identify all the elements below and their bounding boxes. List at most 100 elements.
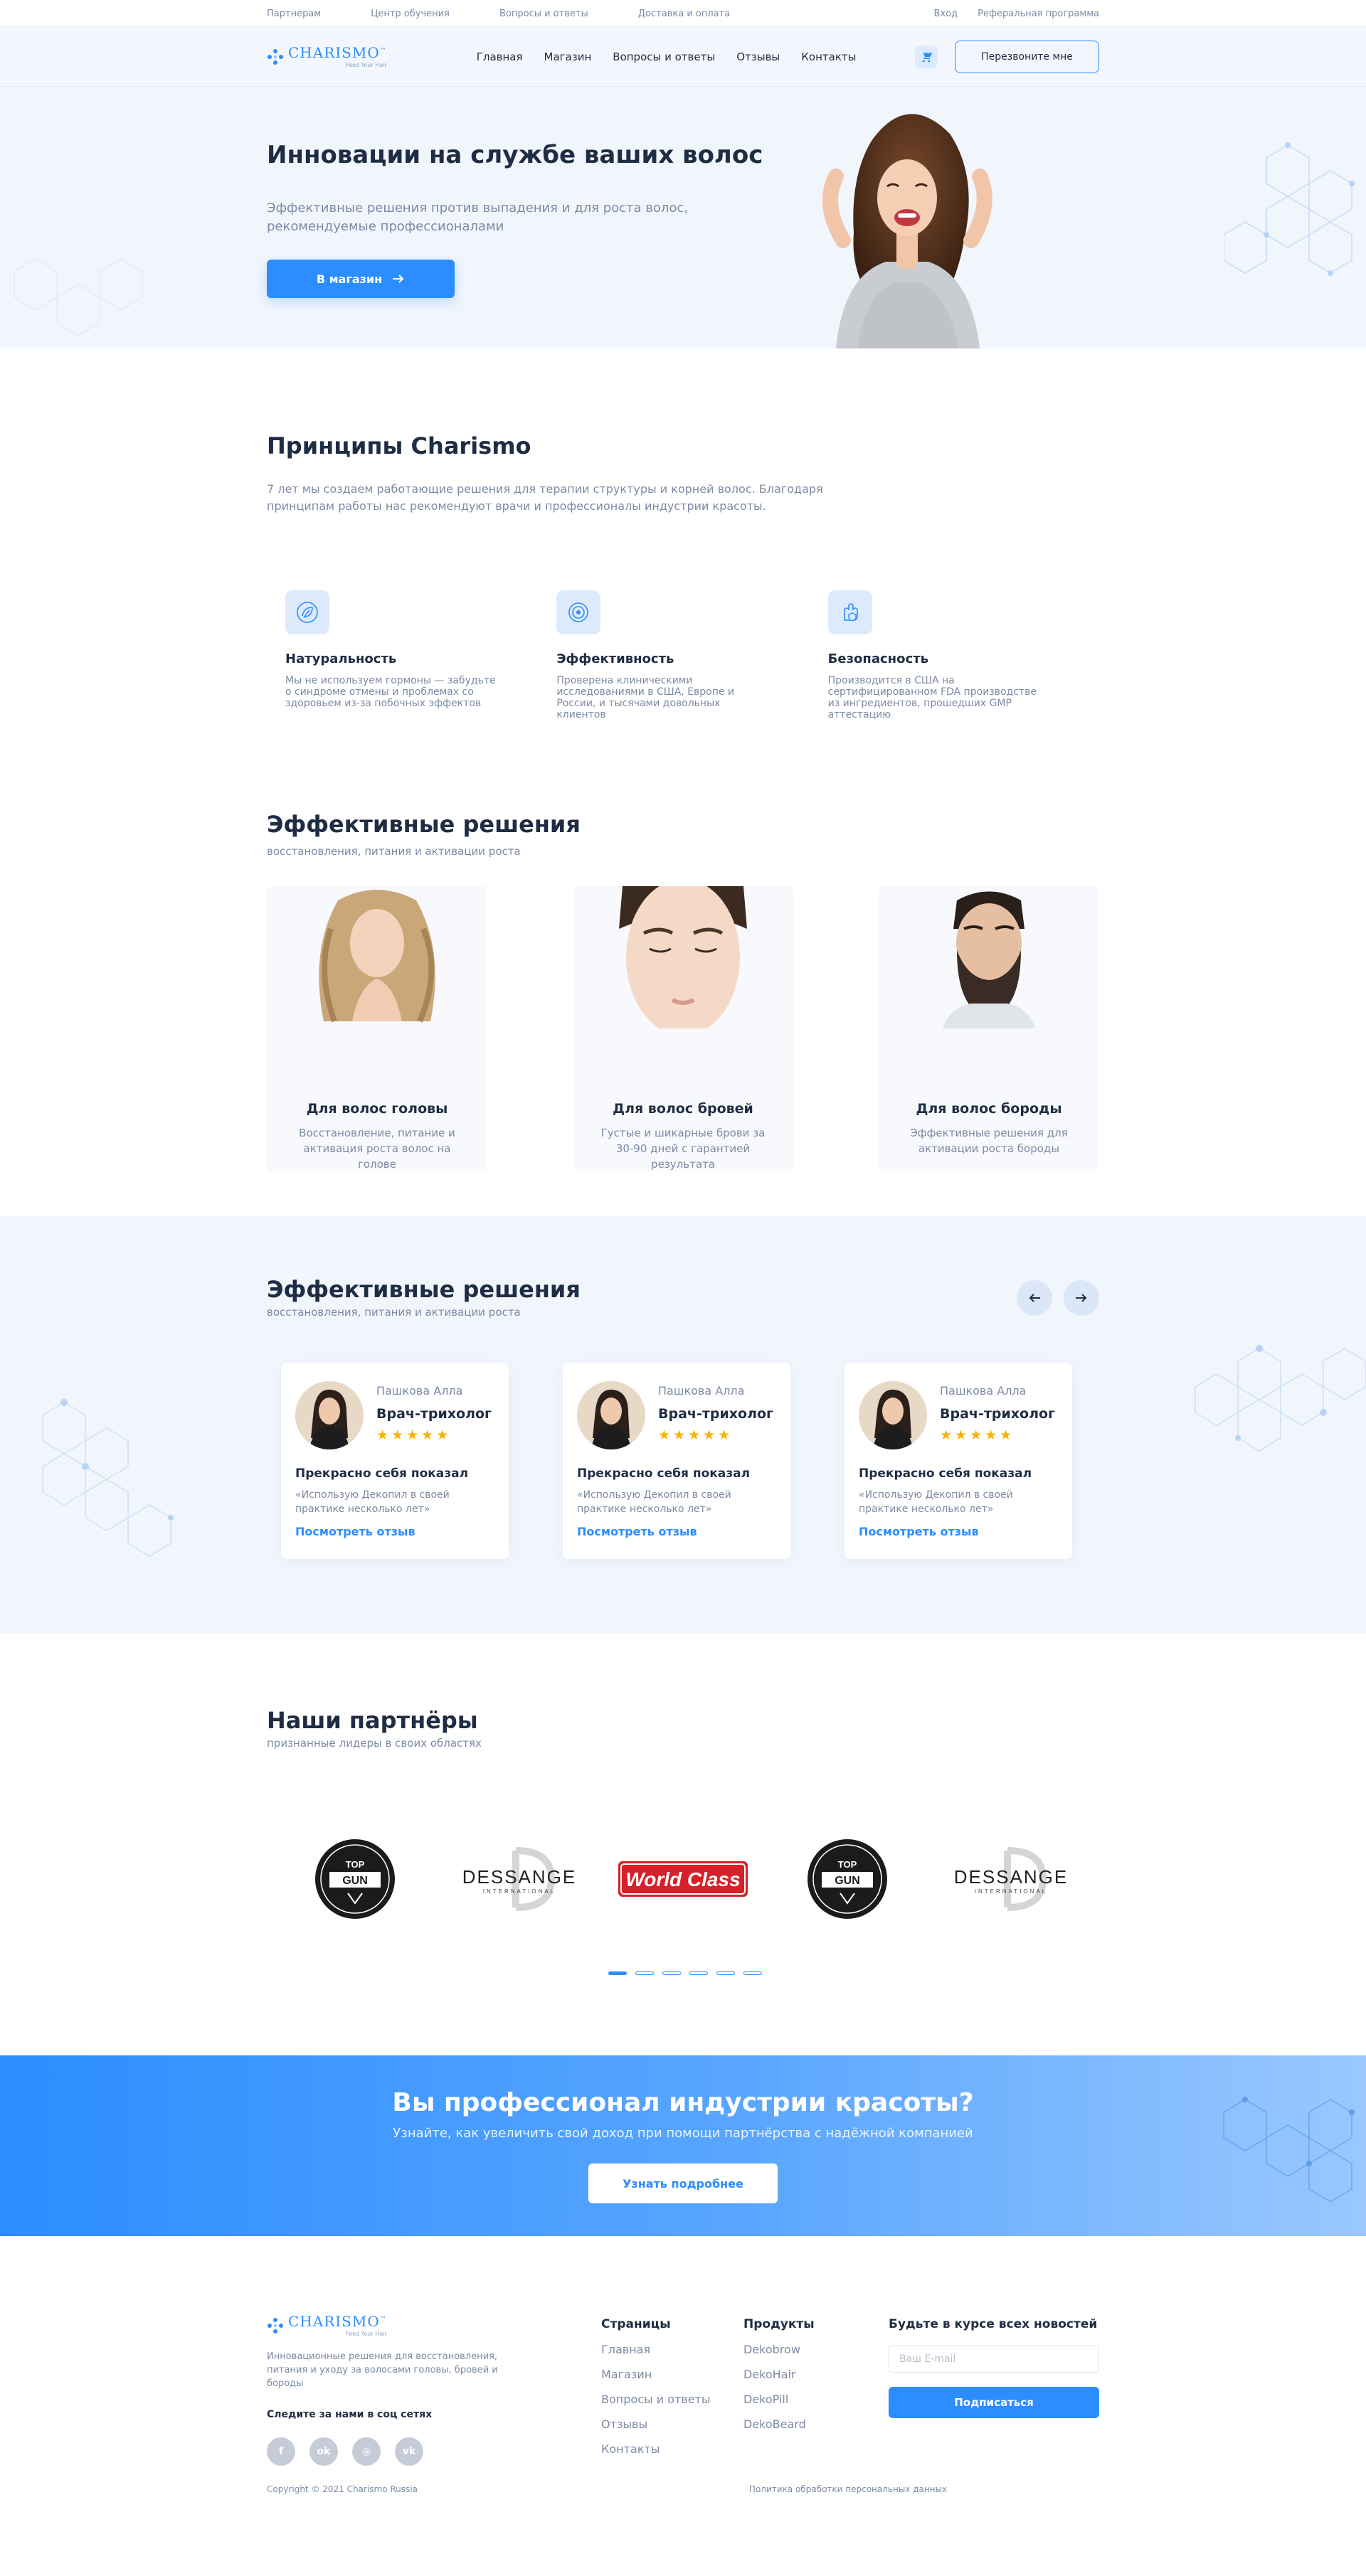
carousel-dot-6[interactable]: [743, 1971, 762, 1975]
svg-text:TOP: TOP: [346, 1859, 365, 1870]
leaf-icon: [285, 590, 329, 634]
solutions-section: Эффективные решения восстановления, пита…: [0, 775, 1366, 1216]
learn-more-button[interactable]: Узнать подробнее: [588, 2163, 778, 2203]
odnoklassniki-icon[interactable]: ok: [309, 2437, 338, 2466]
card-beard[interactable]: Для волос бороды Эффективные решения для…: [879, 886, 1099, 1171]
newsletter-title: Будьте в курсе всех новостей: [889, 2317, 1098, 2331]
reviews-title: Эффективные решения: [267, 1276, 581, 1303]
cart-button[interactable]: [915, 46, 938, 68]
partner-logo-topgun[interactable]: TOP GUN: [776, 1829, 918, 1929]
svg-text:GUN: GUN: [342, 1875, 368, 1887]
carousel-dot-3[interactable]: [662, 1971, 681, 1975]
top-link-training[interactable]: Центр обучения: [371, 9, 450, 19]
footer-product-dekobrow[interactable]: Dekobrow: [743, 2343, 886, 2356]
nav-shop[interactable]: Магазин: [544, 50, 592, 63]
svg-text:INTERNATIONAL: INTERNATIONAL: [482, 1888, 555, 1895]
footer-link-reviews[interactable]: Отзывы: [601, 2417, 743, 2431]
molecule-pattern-right: [1224, 142, 1355, 276]
footer-link-home[interactable]: Главная: [601, 2343, 743, 2356]
principles-description: 7 лет мы создаем работающие решения для …: [267, 482, 823, 513]
main-nav: Главная Магазин Вопросы и ответы Отзывы …: [477, 50, 857, 63]
review-title: Прекрасно себя показал: [295, 1467, 469, 1481]
carousel-dot-4[interactable]: [689, 1971, 708, 1975]
vk-icon[interactable]: vk: [395, 2437, 423, 2466]
view-review-link[interactable]: Посмотреть отзыв: [577, 1525, 697, 1538]
footer-pages: Страницы Главная Магазин Вопросы и ответ…: [601, 2314, 743, 2466]
carousel-dot-1[interactable]: [608, 1971, 627, 1975]
cta-subtitle: Узнайте, как увеличить свой доход при по…: [393, 2126, 973, 2141]
card-title: Для волос бороды: [916, 1101, 1062, 1117]
login-link[interactable]: Вход: [934, 9, 958, 19]
feature-text: Производится в США на сертифицированном …: [827, 675, 1037, 720]
email-field[interactable]: [889, 2346, 1099, 2373]
partner-logo-dessange[interactable]: DESSANGE INTERNATIONAL: [448, 1829, 591, 1929]
review-title: Прекрасно себя показал: [859, 1467, 1032, 1481]
hero-section: Инновации на службе ваших волос Эффектив…: [0, 87, 1366, 348]
carousel-dots: [608, 1971, 1099, 1975]
card-eyebrows[interactable]: Для волос бровей Густые и шикарные брови…: [573, 886, 793, 1171]
shop-button[interactable]: В магазин: [267, 260, 455, 298]
view-review-link[interactable]: Посмотреть отзыв: [295, 1525, 415, 1538]
arrow-right-icon: [393, 275, 404, 283]
footer-product-dekohair[interactable]: DekoHair: [743, 2368, 886, 2381]
partner-logo-topgun[interactable]: TOP GUN: [284, 1829, 426, 1929]
cta-title: Вы профессионал индустрии красоты?: [392, 2088, 974, 2117]
footer-link-faq[interactable]: Вопросы и ответы: [601, 2393, 743, 2406]
solutions-title: Эффективные решения: [267, 811, 581, 838]
reviews-subtitle: восстановления, питания и активации рост…: [267, 1306, 521, 1319]
callback-button[interactable]: Перезвоните мне: [955, 41, 1099, 73]
review-text: «Использую Декопил в своей практике неск…: [859, 1489, 1013, 1515]
feature-efficiency: Эффективность Проверена клиническими исс…: [556, 590, 827, 720]
next-arrow-button[interactable]: [1064, 1280, 1099, 1316]
privacy-policy-link[interactable]: Политика обработки персональных данных: [749, 2484, 947, 2494]
instagram-icon[interactable]: ◎: [352, 2437, 381, 2466]
molecule-pattern-left: [42, 1399, 174, 1557]
top-link-delivery[interactable]: Доставка и оплата: [638, 9, 730, 19]
carousel-dot-2[interactable]: [635, 1971, 654, 1975]
card-title: Для волос бровей: [613, 1101, 753, 1117]
cart-icon: [921, 51, 933, 63]
nav-contacts[interactable]: Контакты: [801, 50, 856, 63]
principles-section: Принципы Charismo 7 лет мы создаем работ…: [0, 348, 1366, 775]
footer-product-dekopill[interactable]: DekoPill: [743, 2393, 886, 2406]
logo[interactable]: CHARISMO™ Feed Your Hair: [267, 46, 387, 68]
nav-home[interactable]: Главная: [477, 50, 523, 63]
subscribe-button[interactable]: Подписаться: [889, 2387, 1099, 2418]
logo-text: CHARISMO™: [288, 44, 387, 61]
footer-product-dekobeard[interactable]: DekoBeard: [743, 2417, 886, 2431]
footer-link-contacts[interactable]: Контакты: [601, 2442, 743, 2456]
svg-text:INTERNATIONAL: INTERNATIONAL: [975, 1888, 1047, 1895]
newsletter: Будьте в курсе всех новостей Подписаться: [889, 2314, 1099, 2466]
partner-cta-banner: Вы профессионал индустрии красоты? Узнай…: [0, 2055, 1366, 2236]
partners-section: Наши партнёры признанные лидеры в своих …: [0, 1633, 1366, 2055]
footer-link-shop[interactable]: Магазин: [601, 2368, 743, 2381]
prev-arrow-button[interactable]: [1017, 1280, 1052, 1316]
top-link-faq[interactable]: Вопросы и ответы: [499, 9, 588, 19]
nav-reviews[interactable]: Отзывы: [736, 50, 780, 63]
hero-woman-image: [822, 114, 992, 348]
referral-link[interactable]: Реферальная программа: [978, 9, 1099, 19]
top-link-partners[interactable]: Партнерам: [267, 9, 321, 19]
review-text: «Использую Декопил в своей практике неск…: [577, 1489, 731, 1515]
view-review-link[interactable]: Посмотреть отзыв: [859, 1525, 979, 1538]
card-head-hair[interactable]: Для волос головы Восстановление, питание…: [267, 886, 487, 1171]
facebook-icon[interactable]: f: [267, 2437, 295, 2466]
logo-mark-icon: [267, 2317, 284, 2334]
star-rating: ★★★★★: [658, 1427, 734, 1443]
reviewer-name: Пашкова Алла: [658, 1384, 745, 1398]
carousel-dot-5[interactable]: [716, 1971, 735, 1975]
review-card: Пашкова Алла Врач-трихолог ★★★★★ Прекрас…: [563, 1363, 790, 1559]
partner-logo-worldclass[interactable]: World Class: [612, 1829, 754, 1929]
avatar: [859, 1381, 927, 1449]
review-text: «Использую Декопил в своей практике неск…: [295, 1489, 450, 1515]
products-title: Продукты: [743, 2317, 815, 2331]
partner-logo-dessange[interactable]: DESSANGE INTERNATIONAL: [940, 1829, 1082, 1929]
card-text: Восстановление, питание и активация рост…: [299, 1127, 455, 1171]
logo-tagline: Feed Your Hair: [346, 62, 387, 68]
partners-title: Наши партнёры: [267, 1707, 478, 1734]
hero-subtitle: Эффективные решения против выпадения и д…: [267, 201, 689, 234]
nav-faq[interactable]: Вопросы и ответы: [613, 50, 715, 63]
molecule-pattern-right: [1195, 1345, 1366, 1452]
footer-logo[interactable]: CHARISMO™ Feed Your Hair: [267, 2314, 601, 2337]
svg-text:GUN: GUN: [835, 1875, 860, 1887]
